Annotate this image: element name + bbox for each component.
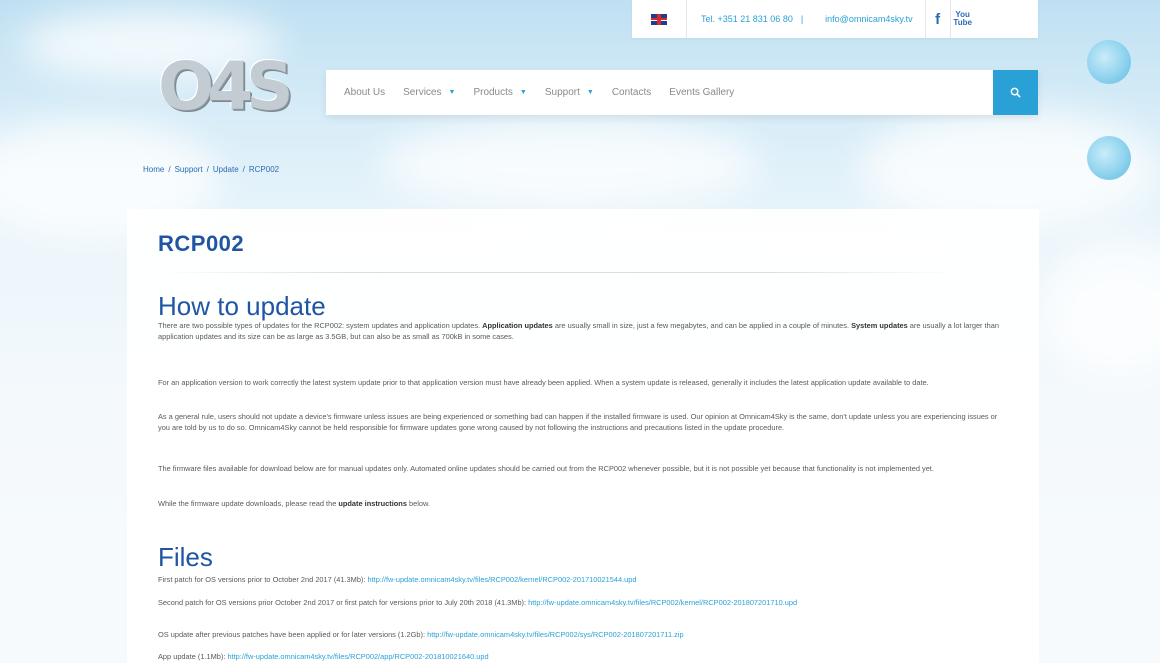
breadcrumb-separator: / [168, 165, 171, 174]
nav-item-events-gallery[interactable]: Events Gallery [669, 87, 734, 98]
page-title: RCP002 [158, 231, 245, 256]
nav-label: Services [403, 87, 442, 98]
youtube-glyph-bottom: Tube [953, 18, 972, 27]
file-entry: App update (1.1Mb): http://fw-update.omn… [158, 652, 1010, 663]
background-cloud [380, 120, 760, 210]
breadcrumb-current[interactable]: RCP002 [249, 165, 279, 174]
file-download-link[interactable]: http://fw-update.omnicam4sky.tv/files/RC… [227, 652, 488, 661]
file-label: OS update after previous patches have be… [158, 630, 428, 639]
email-link[interactable]: info@omnicam4sky.tv [803, 14, 925, 24]
caret-down-icon: ▼ [586, 89, 594, 96]
breadcrumb-home[interactable]: Home [143, 165, 164, 174]
bold-system-updates: System updates [851, 321, 908, 330]
site-logo[interactable]: O4S [158, 50, 294, 124]
main-navigation: About Us Services ▼ Products ▼ Support ▼ Co… [326, 70, 1038, 115]
title-divider [158, 272, 958, 273]
search-button[interactable] [993, 70, 1038, 115]
facebook-icon[interactable]: f [924, 0, 950, 38]
file-download-link[interactable]: http://fw-update.omnicam4sky.tv/files/RC… [528, 598, 797, 607]
how-to-update-heading: How to update [158, 291, 326, 321]
bold-application-updates: Application updates [482, 321, 553, 330]
nav-label: Events Gallery [669, 87, 735, 98]
instructions-paragraph: While the firmware update downloads, ple… [158, 499, 1010, 510]
breadcrumb-separator: / [206, 165, 209, 174]
nav-item-services[interactable]: Services ▼ [403, 87, 455, 98]
caret-down-icon: ▼ [519, 89, 527, 96]
intro-paragraph: There are two possible types of updates … [158, 321, 1010, 342]
breadcrumb-separator: / [242, 165, 245, 174]
warning-paragraph: As a general rule, users should not upda… [158, 412, 998, 432]
nav-item-about-us[interactable]: About Us [344, 87, 385, 98]
file-entry: OS update after previous patches have be… [158, 630, 1010, 641]
background-cloud [1040, 240, 1160, 380]
nav-label: Contacts [611, 87, 652, 98]
youtube-icon[interactable]: You Tube [949, 0, 975, 38]
breadcrumb-update[interactable]: Update [213, 165, 239, 174]
facebook-glyph: f [935, 10, 941, 28]
search-icon [1010, 87, 1021, 98]
file-label: Second patch for OS versions prior Octob… [158, 598, 529, 607]
caret-down-icon: ▼ [448, 89, 456, 96]
text-span: While the firmware update downloads, ple… [158, 499, 339, 508]
update-instructions-link[interactable]: update instructions [338, 499, 407, 508]
file-label: App update (1.1Mb): [158, 652, 228, 661]
nav-item-products[interactable]: Products ▼ [473, 87, 526, 98]
file-download-link[interactable]: http://fw-update.omnicam4sky.tv/files/RC… [368, 575, 637, 584]
nav-label: About Us [344, 87, 386, 98]
decorative-bubble [1087, 136, 1131, 180]
file-label: First patch for OS versions prior to Oct… [158, 575, 368, 584]
file-entry: Second patch for OS versions prior Octob… [158, 598, 1010, 609]
files-heading: Files [158, 542, 213, 572]
breadcrumb: Home / Support / Update / RCP002 [143, 165, 279, 174]
manual-updates-paragraph: The firmware files available for downloa… [158, 464, 934, 473]
nav-label: Support [544, 87, 580, 98]
content-panel [127, 209, 1039, 663]
uk-flag-icon[interactable] [651, 13, 667, 25]
phone-number[interactable]: Tel. +351 21 831 06 80 [687, 14, 801, 24]
contact-bar: Tel. +351 21 831 06 80 | info@omnicam4sk… [632, 0, 1038, 38]
youtube-glyph: You Tube [953, 11, 972, 27]
compatibility-paragraph: For an application version to work corre… [158, 378, 929, 387]
nav-label: Products [473, 87, 513, 98]
nav-item-contacts[interactable]: Contacts [612, 87, 651, 98]
text-span: There are two possible types of updates … [158, 321, 483, 330]
nav-item-support[interactable]: Support ▼ [545, 87, 594, 98]
text-span: are usually small in size, just a few me… [552, 321, 852, 330]
file-download-link[interactable]: http://fw-update.omnicam4sky.tv/files/RC… [427, 630, 683, 639]
file-entry: First patch for OS versions prior to Oct… [158, 575, 1010, 586]
decorative-bubble [1087, 40, 1131, 84]
breadcrumb-support[interactable]: Support [175, 165, 203, 174]
text-span: below. [406, 499, 430, 508]
